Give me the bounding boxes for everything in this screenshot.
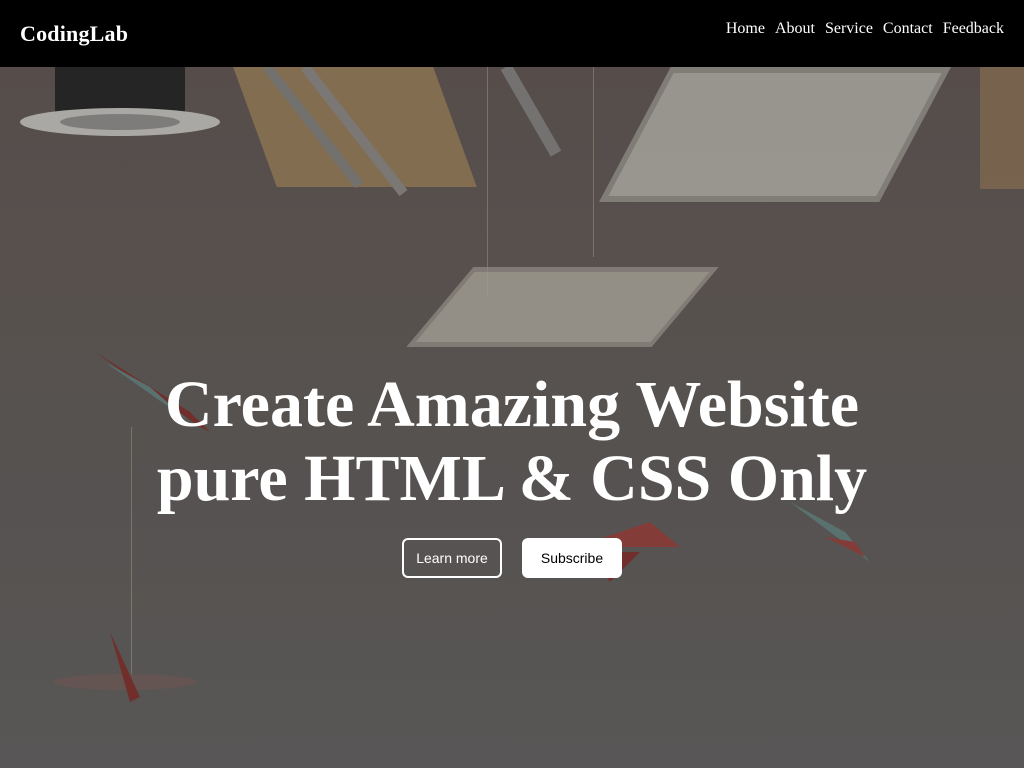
hero-buttons: Learn more Subscribe [0,538,1024,578]
learn-more-button[interactable]: Learn more [402,538,502,578]
nav-link-service[interactable]: Service [825,20,873,38]
site-logo[interactable]: CodingLab [20,21,128,47]
hero-title-line2: pure HTML & CSS Only [156,442,868,515]
nav-link-contact[interactable]: Contact [883,20,933,38]
hero-title-line1: Create Amazing Website [164,368,860,441]
hero-content: Create Amazing Website pure HTML & CSS O… [0,368,1024,578]
navbar: CodingLab Home About Service Contact Fee… [0,0,1024,67]
hero-title: Create Amazing Website pure HTML & CSS O… [0,368,1024,516]
nav-link-home[interactable]: Home [726,20,765,38]
nav-link-feedback[interactable]: Feedback [943,20,1004,38]
nav-menu: Home About Service Contact Feedback [726,20,1004,38]
subscribe-button[interactable]: Subscribe [522,538,622,578]
nav-link-about[interactable]: About [775,20,815,38]
